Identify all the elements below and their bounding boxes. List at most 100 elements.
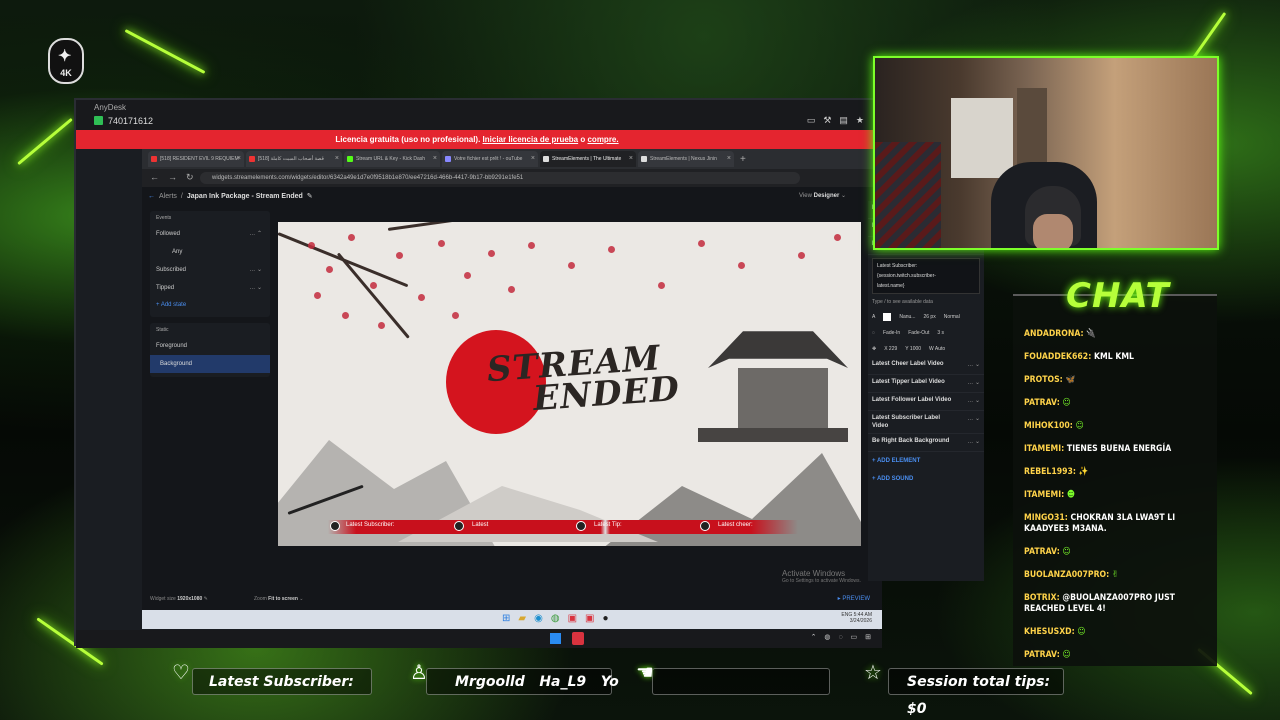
chat-username[interactable]: KHESUSXD: [1024, 627, 1075, 637]
pos-w[interactable]: W Auto [929, 346, 945, 352]
anim-out[interactable]: Fade-Out [908, 330, 929, 336]
color-swatch[interactable] [883, 313, 892, 321]
font-size[interactable]: 26 [923, 314, 929, 320]
layer-options-icon[interactable]: … ⌄ [967, 397, 980, 405]
add-sound-button[interactable]: + ADD SOUND [868, 470, 984, 488]
chat-username[interactable]: PATRAV: [1024, 650, 1060, 660]
font-name[interactable]: Nanu... [899, 314, 915, 320]
obs-icon[interactable]: ● [602, 613, 608, 624]
more-options-icon[interactable]: … ⌄ [249, 261, 262, 279]
close-tab-icon[interactable]: × [335, 151, 339, 167]
anim-duration[interactable]: 3 s [937, 330, 944, 336]
view-value[interactable]: Designer [814, 193, 840, 199]
layer-options-icon[interactable]: … ⌄ [967, 361, 980, 369]
font-weight[interactable]: Normal [944, 314, 960, 320]
more-options-icon[interactable]: … ⌃ [249, 225, 262, 243]
edit-pencil-icon[interactable]: ✎ [307, 192, 313, 200]
event-state-item[interactable]: Followed … ⌃ [156, 225, 264, 243]
chat-icon[interactable]: ▭ [807, 115, 816, 126]
windows-start-icon[interactable]: ⊞ [502, 613, 510, 624]
app-icon[interactable]: ▣ [585, 613, 594, 624]
element-layer-row[interactable]: Latest Cheer Label Video … ⌄ [868, 357, 984, 375]
webcam-feed [873, 56, 1219, 250]
browser-tab[interactable]: StreamElements | Nexus Jinin × [638, 151, 734, 167]
chat-username[interactable]: ANDADRONA: [1024, 329, 1084, 339]
back-icon[interactable]: ← [150, 172, 159, 183]
close-tab-icon[interactable]: × [433, 151, 437, 167]
star-icon[interactable]: ★ [856, 115, 864, 126]
preview-canvas[interactable]: STREAM ENDED Latest Subscriber: Latest L… [278, 222, 861, 546]
static-background[interactable]: Background [150, 355, 270, 373]
chat-username[interactable]: BOTRIX: [1024, 593, 1060, 603]
chrome-icon[interactable]: ◍ [551, 613, 560, 624]
view-selector[interactable]: View Designer ⌄ [799, 192, 846, 199]
chat-username[interactable]: MINGO31: [1024, 513, 1068, 523]
close-tab-icon[interactable]: × [727, 151, 731, 167]
stream-overlay: ✦ 4K AnyDesk 740171612 ▭ ⚒ ▤ ★ Licencia … [0, 0, 1280, 720]
browser-tab[interactable]: [518] قصة أصحاب السبت كاملة × [246, 151, 342, 167]
element-layer-row[interactable]: Latest Subscriber Label Video … ⌄ [868, 411, 984, 434]
chat-message: ITAMEMI: TIENES BUENA ENERGÍA [1024, 444, 1213, 455]
remote-desktop-window[interactable]: AnyDesk 740171612 ▭ ⚒ ▤ ★ Licencia gratu… [74, 98, 984, 648]
zoom-select[interactable]: Zoom Fit to screen ⌄ [254, 596, 304, 602]
pagoda-body [738, 368, 828, 428]
close-tab-icon[interactable]: × [237, 151, 241, 167]
add-state-button[interactable]: + Add state [156, 297, 264, 313]
event-state-item[interactable]: Tipped … ⌄ [156, 279, 264, 297]
layer-options-icon[interactable]: … ⌄ [967, 438, 980, 446]
app-icon[interactable]: ▣ [568, 613, 577, 624]
subscriber-text-field[interactable]: Latest Subscriber: {session.twitch.subsc… [872, 258, 980, 294]
chat-username[interactable]: BUOLANZA007PRO: [1024, 570, 1109, 580]
layer-options-icon[interactable]: … ⌄ [967, 415, 980, 423]
edge-icon[interactable]: ◉ [534, 613, 543, 624]
folder-icon[interactable]: ▰ [518, 613, 526, 624]
text-icon[interactable]: A [872, 314, 875, 320]
trial-link[interactable]: Iniciar licencia de prueba [483, 135, 579, 144]
add-element-button[interactable]: + ADD ELEMENT [868, 452, 984, 470]
windows-start-icon[interactable] [550, 633, 561, 644]
chat-username[interactable]: PROTOS: [1024, 375, 1063, 385]
chat-username[interactable]: MIHOK100: [1024, 421, 1073, 431]
pos-y[interactable]: Y 1000 [905, 346, 921, 352]
blossom-petal [378, 322, 385, 329]
transfer-icon[interactable]: ▤ [839, 115, 848, 126]
chat-username[interactable]: ITAMEMI: [1024, 444, 1064, 454]
browser-tab[interactable]: [518] RESIDENT EVIL 9 REQUIEM × [148, 151, 244, 167]
preview-button[interactable]: ▸ PREVIEW [838, 595, 870, 602]
event-state-item[interactable]: Subscribed … ⌄ [156, 261, 264, 279]
element-layer-row[interactable]: Latest Follower Label Video … ⌄ [868, 393, 984, 411]
chat-text: KML KML [1093, 352, 1134, 362]
url-field[interactable]: widgets.streamelements.com/widgets/edito… [200, 172, 800, 184]
chat-username[interactable]: REBEL1993: [1024, 467, 1076, 477]
forward-icon[interactable]: → [168, 172, 177, 183]
layer-options-icon[interactable]: … ⌄ [967, 379, 980, 387]
element-layer-row[interactable]: Be Right Back Background … ⌄ [868, 434, 984, 452]
anydesk-icon[interactable] [572, 632, 584, 645]
breadcrumb-current: Japan Ink Package - Stream Ended [186, 192, 303, 200]
zoom-value: Fit to screen [268, 596, 298, 602]
browser-tab[interactable]: Stream URL & Key - Kick Dash × [344, 151, 440, 167]
new-tab-button[interactable]: + [740, 154, 746, 165]
chat-username[interactable]: PATRAV: [1024, 547, 1060, 557]
static-foreground[interactable]: Foreground [156, 337, 264, 355]
chat-username[interactable]: PATRAV: [1024, 398, 1060, 408]
close-tab-icon[interactable]: × [629, 151, 633, 167]
element-layer-row[interactable]: Latest Tipper Label Video … ⌄ [868, 375, 984, 393]
anim-in[interactable]: Fade-In [883, 330, 900, 336]
animation-controls: ◌ Fade-In Fade-Out 3 s [868, 325, 984, 341]
chat-username[interactable]: FOUADDEK662: [1024, 352, 1091, 362]
browser-tab[interactable]: Votre fichier est prêt ! - ouTube × [442, 151, 538, 167]
pos-x[interactable]: X 229 [884, 346, 897, 352]
close-tab-icon[interactable]: × [531, 151, 535, 167]
chat-username[interactable]: ITAMEMI: [1024, 490, 1064, 500]
action-icon[interactable]: ⚒ [823, 115, 831, 126]
widget-size[interactable]: Widget size 1920x1080 ✎ [150, 596, 208, 602]
browser-tab[interactable]: StreamElements | The Ultimate × [540, 151, 636, 167]
more-options-icon[interactable]: … ⌄ [249, 279, 262, 297]
back-arrow-icon[interactable]: ← [148, 193, 155, 200]
breadcrumb-root[interactable]: Alerts [159, 193, 177, 200]
reload-icon[interactable]: ↻ [186, 172, 194, 183]
event-state-item[interactable]: Any [156, 243, 264, 261]
buy-link[interactable]: compre. [587, 135, 618, 144]
tab-label: Votre fichier est prêt ! - ouTube [454, 156, 523, 162]
